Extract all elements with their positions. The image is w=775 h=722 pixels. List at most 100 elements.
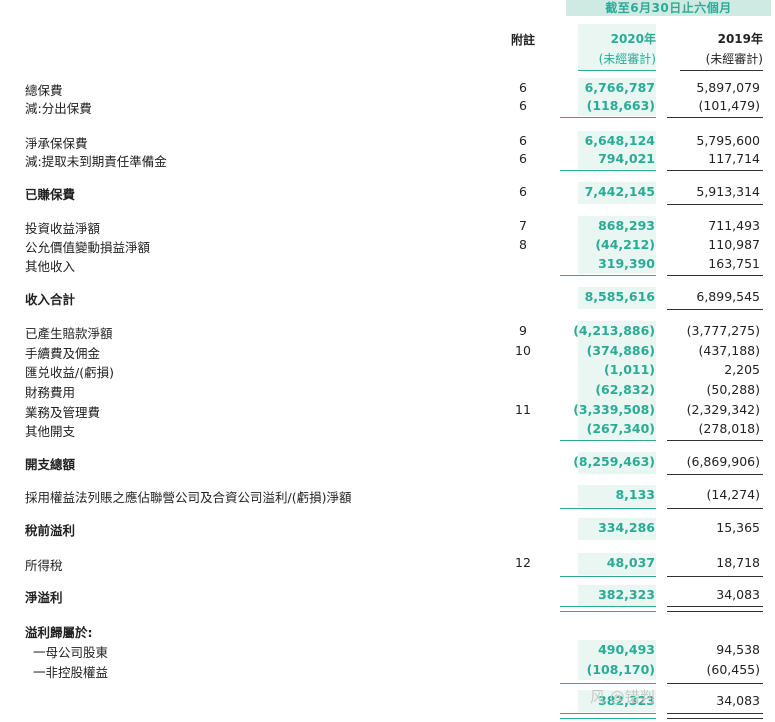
row-note: 8 — [519, 237, 527, 252]
row-label: 減:分出保費 — [25, 101, 92, 116]
table-row: 減:分出保費 6 (118,663) (101,479) — [0, 98, 775, 116]
table-row: 淨溢利 382,323 34,083 — [0, 587, 775, 605]
table-row: 業務及管理費 11 (3,339,508) (2,329,342) — [0, 402, 775, 420]
value-2019: (101,479) — [698, 98, 760, 113]
row-label: 開支總額 — [25, 457, 76, 472]
row-note: 9 — [519, 323, 527, 338]
value-2019: (14,274) — [706, 487, 761, 502]
table-row: 其他收入 319,390 163,751 — [0, 256, 775, 274]
value-2019: (60,455) — [706, 662, 761, 677]
value-2019: 5,897,079 — [696, 80, 760, 95]
table-row: 其他開支 (267,340) (278,018) — [0, 421, 775, 439]
value-2020: (108,170) — [586, 662, 655, 677]
total-double-rule — [667, 606, 763, 612]
row-note: 10 — [515, 343, 531, 358]
row-label: 財務費用 — [25, 385, 76, 400]
value-2019: 711,493 — [708, 218, 760, 233]
subtotal-rule — [667, 309, 763, 310]
subtotal-rule — [667, 440, 763, 441]
row-note: 11 — [515, 402, 531, 417]
total-double-rule — [667, 713, 763, 719]
value-2020: (118,663) — [586, 98, 655, 113]
value-2020: 490,493 — [598, 642, 655, 657]
row-label: 公允價值變動損益淨額 — [25, 240, 151, 255]
value-2019: (3,777,275) — [686, 323, 760, 338]
table-row: 已賺保費 6 7,442,145 5,913,314 — [0, 184, 775, 202]
table-row: 一非控股權益 (108,170) (60,455) — [0, 662, 775, 680]
value-2019: 6,899,545 — [696, 289, 760, 304]
row-label: 手續費及佣金 — [25, 346, 101, 361]
subtotal-rule — [667, 170, 763, 171]
row-label: 淨溢利 — [25, 590, 63, 605]
value-2020: (4,213,886) — [573, 323, 655, 338]
row-label: 淨承保保費 — [25, 136, 88, 151]
row-label: 收入合計 — [25, 292, 76, 307]
value-2019: 5,913,314 — [696, 184, 760, 199]
table-row: 所得稅 12 48,037 18,718 — [0, 555, 775, 573]
subtotal-rule — [667, 508, 763, 509]
row-label: 業務及管理費 — [25, 405, 101, 420]
subtotal-rule — [560, 275, 656, 276]
value-2019: (437,188) — [698, 343, 760, 358]
period-header: 截至6月30日止六個月 — [566, 0, 771, 16]
row-label: 已產生賠款淨額 — [25, 326, 113, 341]
value-2019: 163,751 — [708, 256, 760, 271]
table-row: 稅前溢利 334,286 15,365 — [0, 520, 775, 538]
table-row: 溢利歸屬於: — [0, 622, 775, 640]
row-label: 稅前溢利 — [25, 523, 76, 538]
value-2020: (374,886) — [586, 343, 655, 358]
row-note: 6 — [519, 80, 527, 95]
table-row: 匯兑收益/(虧損) (1,011) 2,205 — [0, 362, 775, 380]
row-label: 減:提取未到期責任準備金 — [25, 154, 167, 169]
col-2019-year: 2019年 — [717, 32, 763, 46]
value-2019: 2,205 — [724, 362, 760, 377]
value-2019: 117,714 — [708, 151, 760, 166]
value-2020: 48,037 — [606, 555, 655, 570]
table-row: 總保費 6 6,766,787 5,897,079 — [0, 80, 775, 98]
col-2019-sub: (未經審計) — [705, 52, 763, 66]
total-double-rule — [560, 713, 656, 719]
total-double-rule — [560, 606, 656, 612]
subtotal-rule — [667, 683, 763, 684]
row-note: 6 — [519, 98, 527, 113]
value-2020: 868,293 — [598, 218, 655, 233]
value-2020: 8,133 — [615, 487, 655, 502]
value-2019: (2,329,342) — [686, 402, 760, 417]
value-2019: (278,018) — [698, 421, 760, 436]
table-row: 投資收益淨額 7 868,293 711,493 — [0, 218, 775, 236]
row-label: 已賺保費 — [25, 187, 76, 202]
row-label: 其他開支 — [25, 424, 76, 439]
row-note: 7 — [519, 218, 527, 233]
value-2020: 794,021 — [598, 151, 655, 166]
subtotal-rule — [667, 576, 763, 577]
value-2020: 8,585,616 — [584, 289, 655, 304]
subtotal-rule — [560, 576, 656, 577]
table-row: 一母公司股東 490,493 94,538 — [0, 642, 775, 660]
value-2019: 34,083 — [716, 587, 760, 602]
subtotal-rule — [667, 117, 763, 118]
value-2019: 18,718 — [716, 555, 760, 570]
col-2020-header-rule — [578, 70, 656, 71]
value-2020: 6,766,787 — [584, 80, 655, 95]
col-2020-sub: (未經審計) — [598, 52, 656, 66]
subtotal-rule — [667, 275, 763, 276]
note-column-header: 附註 — [510, 33, 535, 47]
value-2020: (44,212) — [595, 237, 655, 252]
subtotal-rule — [667, 204, 763, 205]
row-label: 採用權益法列賬之應佔聯營公司及合資公司溢利/(虧損)淨額 — [25, 490, 352, 505]
value-2019: 94,538 — [716, 642, 760, 657]
subtotal-rule — [560, 117, 656, 118]
subtotal-rule — [667, 474, 763, 475]
table-row: 減:提取未到期責任準備金 6 794,021 117,714 — [0, 151, 775, 169]
row-note: 6 — [519, 184, 527, 199]
row-label: 一非控股權益 — [33, 665, 109, 680]
row-note: 6 — [519, 133, 527, 148]
row-label: 總保費 — [25, 83, 63, 98]
value-2020: (62,832) — [595, 382, 655, 397]
row-label: 所得稅 — [25, 558, 63, 573]
subtotal-rule — [560, 440, 656, 441]
subtotal-rule — [560, 683, 656, 684]
table-row: 已產生賠款淨額 9 (4,213,886) (3,777,275) — [0, 323, 775, 341]
value-2019: 5,795,600 — [696, 133, 760, 148]
row-label: 匯兑收益/(虧損) — [25, 365, 114, 380]
